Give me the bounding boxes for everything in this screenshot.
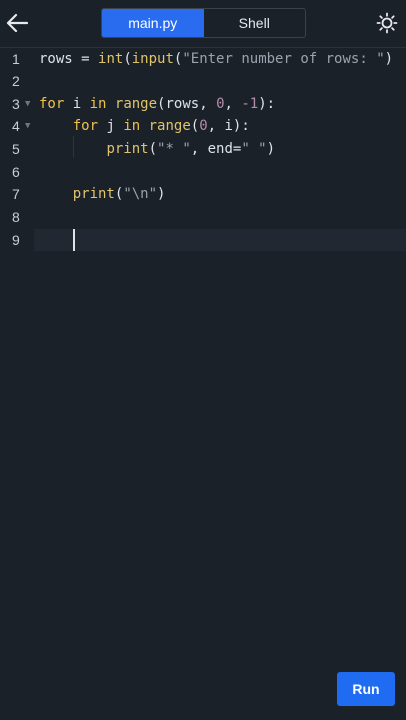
top-bar: main.py Shell bbox=[0, 0, 406, 48]
file-tabs: main.py Shell bbox=[101, 8, 306, 38]
code-line: print("* ", end=" ") bbox=[39, 138, 275, 160]
fold-marker-icon[interactable]: ▼ bbox=[25, 93, 35, 115]
active-line-highlight bbox=[34, 229, 406, 251]
code-token: ) bbox=[384, 51, 394, 67]
line-number: 1 bbox=[12, 51, 20, 67]
code-token: ): bbox=[258, 96, 276, 112]
code-token: range bbox=[114, 96, 158, 112]
code-token: in bbox=[123, 118, 141, 134]
code-token: print bbox=[106, 141, 149, 157]
sun-icon bbox=[376, 12, 398, 34]
code-editor[interactable]: 1 2 3 4 5 6 7 8 9 ▼ ▼ rows = int(input("… bbox=[0, 48, 406, 648]
code-token: ( bbox=[123, 51, 132, 67]
tab-main-py[interactable]: main.py bbox=[102, 9, 204, 37]
line-number: 7 bbox=[12, 186, 20, 202]
code-token: j bbox=[98, 118, 124, 134]
back-button[interactable] bbox=[4, 8, 30, 38]
fold-marker-icon[interactable]: ▼ bbox=[25, 115, 35, 137]
line-number: 5 bbox=[12, 141, 20, 157]
text-cursor bbox=[73, 229, 75, 251]
code-token: ( bbox=[190, 118, 200, 134]
code-token: ) bbox=[266, 141, 276, 157]
line-number: 3 bbox=[12, 96, 20, 112]
code-line: for i in range(rows, 0, -1): bbox=[39, 93, 275, 115]
code-token: rows = bbox=[39, 51, 99, 67]
line-number: 2 bbox=[12, 73, 20, 89]
code-token: 0 bbox=[199, 118, 208, 134]
code-token: input bbox=[131, 51, 174, 67]
code-token: 0 bbox=[216, 96, 225, 112]
line-number: 4 bbox=[12, 118, 20, 134]
code-token: ) bbox=[157, 186, 166, 202]
code-token: ( bbox=[148, 141, 158, 157]
code-token: in bbox=[89, 96, 107, 112]
code-token: int bbox=[98, 51, 124, 67]
code-token: , i): bbox=[207, 118, 250, 134]
line-number: 9 bbox=[12, 232, 20, 248]
code-token: "Enter number of rows: " bbox=[182, 51, 385, 67]
code-line: for j in range(0, i): bbox=[39, 115, 250, 137]
code-token: i bbox=[64, 96, 90, 112]
code-token: for bbox=[72, 118, 99, 134]
tab-shell[interactable]: Shell bbox=[204, 9, 306, 37]
run-button[interactable]: Run bbox=[337, 672, 395, 706]
code-token: , bbox=[224, 96, 242, 112]
code-token: -1 bbox=[241, 96, 259, 112]
code-token: (rows, bbox=[157, 96, 217, 112]
arrow-left-icon bbox=[6, 13, 28, 33]
line-number: 6 bbox=[12, 164, 20, 180]
code-token: print bbox=[72, 186, 115, 202]
code-token: " " bbox=[241, 141, 267, 157]
theme-toggle-button[interactable] bbox=[372, 8, 402, 38]
code-token: "\n" bbox=[123, 186, 158, 202]
code-token: "* " bbox=[157, 141, 191, 157]
code-line: rows = int(input("Enter number of rows: … bbox=[39, 48, 393, 70]
line-number: 8 bbox=[12, 209, 20, 225]
code-token: range bbox=[148, 118, 191, 134]
code-token: , end= bbox=[190, 141, 242, 157]
code-line: print("\n") bbox=[39, 183, 166, 205]
code-token: for bbox=[39, 96, 65, 112]
